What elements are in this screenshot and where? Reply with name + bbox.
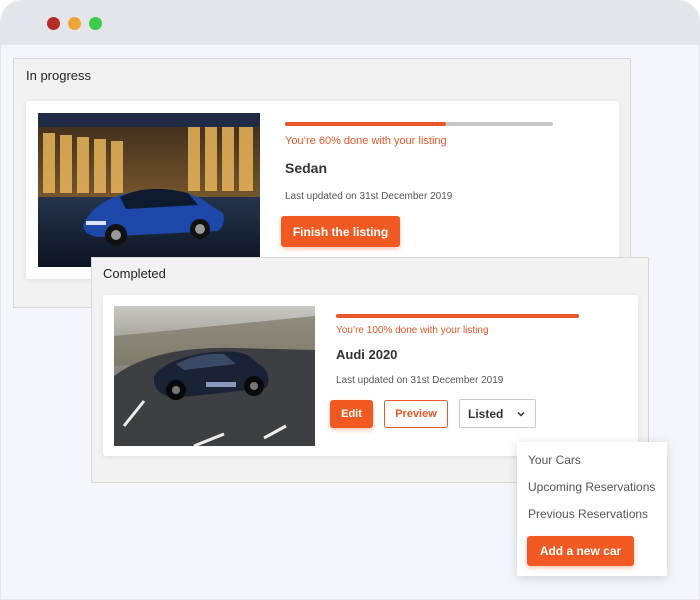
add-new-car-button[interactable]: Add a new car xyxy=(527,536,634,566)
audi-listing-card: You’re 100% done with your listing Audi … xyxy=(103,295,638,456)
listing-status-value: Listed xyxy=(468,407,504,421)
audi-last-updated: Last updated on 31st December 2019 xyxy=(336,375,504,386)
in-progress-heading: In progress xyxy=(26,68,92,83)
window-titlebar xyxy=(1,1,699,45)
sedan-progress-status: You’re 60% done with your listing xyxy=(285,135,447,147)
edit-button[interactable]: Edit xyxy=(330,400,373,428)
sedan-photo xyxy=(38,113,260,267)
menu-item-your-cars[interactable]: Your Cars xyxy=(528,453,581,467)
finish-listing-button[interactable]: Finish the listing xyxy=(281,216,400,247)
sedan-progress-fill xyxy=(285,122,446,126)
menu-item-previous-reservations[interactable]: Previous Reservations xyxy=(528,507,648,521)
maximize-window-dot-icon[interactable] xyxy=(89,17,102,30)
minimize-window-dot-icon[interactable] xyxy=(68,17,81,30)
sedan-last-updated: Last updated on 31st December 2019 xyxy=(285,191,453,202)
chevron-down-icon xyxy=(516,408,526,422)
browser-window: In progress You’re 60% done with your li… xyxy=(0,0,700,600)
completed-heading: Completed xyxy=(103,266,166,281)
audi-progress-bar xyxy=(336,314,579,318)
close-window-dot-icon[interactable] xyxy=(47,17,60,30)
preview-button[interactable]: Preview xyxy=(384,400,448,428)
sedan-listing-card: You’re 60% done with your listing Sedan … xyxy=(26,101,619,279)
sedan-title: Sedan xyxy=(285,160,328,176)
menu-item-upcoming-reservations[interactable]: Upcoming Reservations xyxy=(528,480,655,494)
audi-progress-fill xyxy=(336,314,579,318)
audi-title: Audi 2020 xyxy=(336,347,398,362)
audi-progress-status: You’re 100% done with your listing xyxy=(336,325,489,336)
account-menu: Your Cars Upcoming Reservations Previous… xyxy=(517,442,667,576)
sedan-progress-bar xyxy=(285,122,553,126)
audi-photo xyxy=(114,306,315,446)
listing-status-select[interactable]: Listed xyxy=(459,399,536,428)
